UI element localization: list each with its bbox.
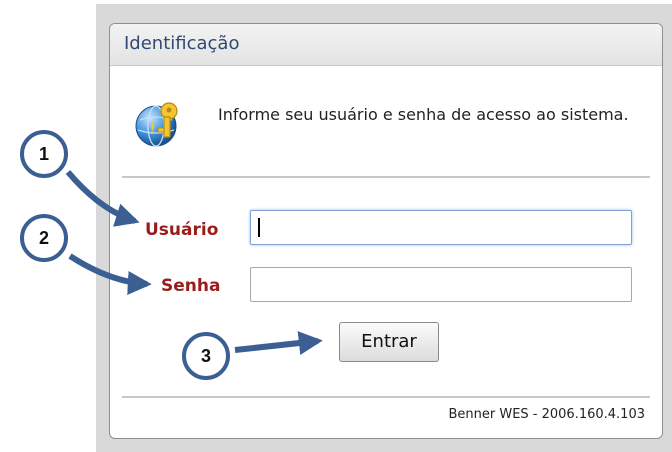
callout-overlay: 1 2 3 xyxy=(20,130,323,380)
callout-arrow-2 xyxy=(68,253,152,295)
callout-number-3: 3 xyxy=(201,346,211,366)
callout-badge-3: 3 xyxy=(182,332,230,380)
callout-badge-2: 2 xyxy=(20,214,68,262)
callout-badge-1: 1 xyxy=(20,130,68,178)
callout-arrow-1 xyxy=(65,170,140,227)
callout-number-2: 2 xyxy=(39,228,49,248)
callout-number-1: 1 xyxy=(39,144,49,164)
callout-arrow-3 xyxy=(234,331,323,355)
